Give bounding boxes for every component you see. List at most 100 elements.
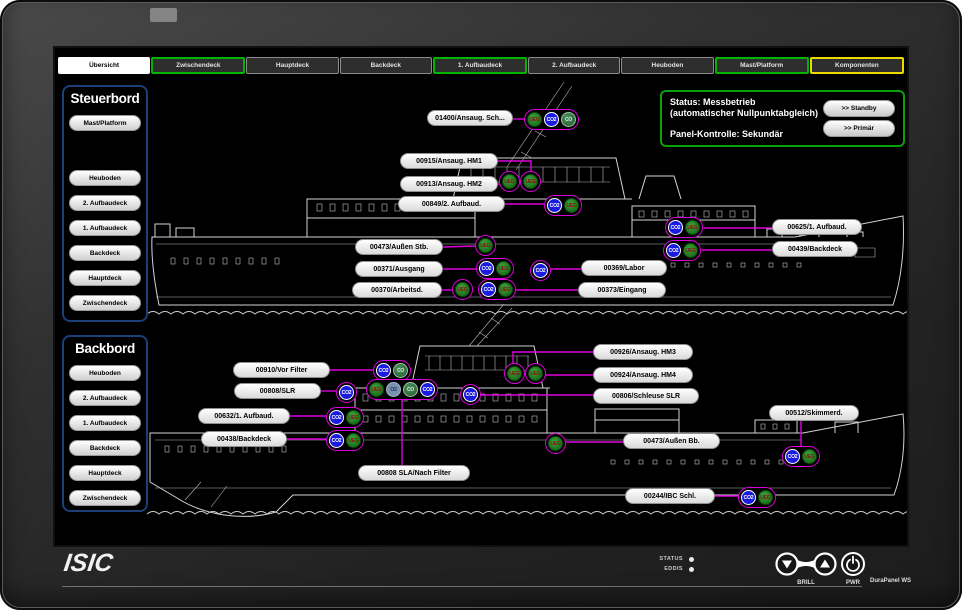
status-led: [689, 557, 694, 562]
sensor-chips-00244[interactable]: CO2UEG: [738, 487, 776, 508]
primary-button[interactable]: >> Primär: [823, 120, 895, 137]
status-line-1: Status: Messbetrieb: [670, 97, 818, 108]
tab-zwischendeck[interactable]: Zwischendeck: [151, 57, 245, 74]
gas-chip-co: CO: [393, 363, 408, 378]
gas-chip-o2: O2: [386, 382, 401, 397]
sensor-label-00369[interactable]: 00369/Labor: [581, 260, 667, 276]
sensor-label-00371[interactable]: 00371/Ausgang: [355, 261, 443, 277]
sensor-label-00808slr[interactable]: 00808/SLR: [234, 383, 321, 399]
deck-button-steuerbord-backdeck[interactable]: Backdeck: [69, 245, 141, 261]
gas-chip-ueg: UEG: [564, 198, 579, 213]
brill-label: BRILL: [774, 580, 838, 586]
deck-button-steuerbord-2-aufbaudeck[interactable]: 2. Aufbaudeck: [69, 195, 141, 211]
sensor-label-00512[interactable]: 00512/Skimmerd.: [769, 405, 859, 421]
model-label: DuraPanel WS: [870, 578, 911, 584]
gas-chip-ueg: UEG: [685, 220, 700, 235]
gas-chip-co2: CO2: [668, 220, 683, 235]
gas-chip-co: CO: [403, 382, 418, 397]
deck-button-backbord-1-aufbaudeck[interactable]: 1. Aufbaudeck: [69, 415, 141, 431]
sensor-chips-00473bb[interactable]: UEG: [545, 433, 566, 454]
sensor-chips-00625[interactable]: CO2UEG: [665, 217, 703, 238]
tab-komponenten[interactable]: Komponenten: [810, 57, 904, 74]
sensor-label-00915[interactable]: 00915/Ansaug. HM1: [400, 153, 498, 169]
gas-chip-co2: CO2: [376, 363, 391, 378]
sensor-chips-00369[interactable]: CO2: [530, 260, 551, 281]
sensor-chips-01400[interactable]: UEGCO2CO: [524, 109, 579, 130]
sensor-chips-00849[interactable]: CO2UEG: [544, 195, 582, 216]
gas-chip-ueg: UEG: [683, 243, 698, 258]
sensor-label-00438[interactable]: 00438/Backdeck: [201, 431, 287, 447]
tab-mast-platform[interactable]: Mast/Platform: [715, 57, 809, 74]
gas-chip-ueg: UEG: [548, 436, 563, 451]
deck-button-backbord-heuboden[interactable]: Heuboden: [69, 365, 141, 381]
sensor-label-00625[interactable]: 00625/1. Aufbaud.: [772, 219, 862, 235]
gas-chip-ueg: UEG: [498, 282, 513, 297]
deck-button-backbord-hauptdeck[interactable]: Hauptdeck: [69, 465, 141, 481]
brightness-down-button[interactable]: [777, 554, 798, 575]
backbord-buttons: Heuboden 2. Aufbaudeck 1. Aufbaudeck Backde…: [64, 365, 146, 512]
tab-2-aufbaudeck[interactable]: 2. Aufbaudeck: [528, 57, 620, 74]
gas-chip-ueg: UEG: [496, 261, 511, 276]
sensor-chips-00370[interactable]: UEG: [452, 279, 473, 300]
sensor-label-00849[interactable]: 00849/2. Aufbaud.: [398, 196, 505, 212]
sensor-chips-00910[interactable]: CO2CO: [373, 360, 411, 381]
pwr-label: PWR: [839, 580, 867, 586]
tab-ubersicht[interactable]: Übersicht: [58, 57, 150, 74]
deck-button-backbord-backdeck[interactable]: Backdeck: [69, 440, 141, 456]
deck-button-steuerbord-hauptdeck[interactable]: Hauptdeck: [69, 270, 141, 286]
sensor-label-00806[interactable]: 00806/Schleuse SLR: [593, 388, 699, 404]
sensor-chips-00438[interactable]: CO2UEG: [326, 430, 364, 451]
sensor-chips-00808slr[interactable]: CO2: [336, 382, 357, 403]
gas-chip-co2: CO2: [329, 410, 344, 425]
tab-backdeck[interactable]: Backdeck: [340, 57, 432, 74]
sensor-label-00926[interactable]: 00926/Ansaug. HM3: [593, 344, 693, 360]
standby-button[interactable]: >> Standby: [823, 100, 895, 117]
tab-hauptdeck[interactable]: Hauptdeck: [246, 57, 338, 74]
sensor-chips-00371[interactable]: CO2UEG: [476, 258, 514, 279]
sensor-label-00473stb[interactable]: 00473/Außen Stb.: [355, 239, 443, 255]
panel-control-line: Panel-Kontrolle: Sekundär: [670, 129, 818, 140]
steuerbord-panel: Steuerbord Mast/PlatformHeuboden2. Aufba…: [62, 85, 148, 322]
deck-button-steuerbord-zwischendeck[interactable]: Zwischendeck: [69, 295, 141, 311]
sensor-chips-00915[interactable]: UEG: [520, 171, 541, 192]
brightness-up-button[interactable]: [815, 554, 836, 575]
sensor-label-00473bb[interactable]: 00473/Außen Bb.: [623, 433, 720, 449]
bezel-sticker: [150, 8, 177, 22]
backbord-panel: Backbord Heuboden2. Aufbaudeck1. Aufbaud…: [62, 335, 148, 512]
power-button[interactable]: [839, 550, 867, 578]
deck-button-steuerbord-1-aufbaudeck[interactable]: 1. Aufbaudeck: [69, 220, 141, 236]
gas-chip-co2: CO2: [666, 243, 681, 258]
sensor-label-00244[interactable]: 00244/IBC Schl.: [625, 488, 715, 504]
sensor-label-00370[interactable]: 00370/Arbeitsd.: [352, 282, 442, 298]
gas-chip-ueg: UEG: [527, 112, 542, 127]
sensor-label-00373[interactable]: 00373/Eingang: [578, 282, 666, 298]
sensor-label-00808sla[interactable]: 00808 SLA/Nach Filter: [358, 465, 470, 481]
sensor-chips-00632[interactable]: CO2UEG: [326, 407, 364, 428]
sensor-label-00632[interactable]: 00632/1. Aufbaud.: [198, 408, 290, 424]
sensor-label-01400[interactable]: 01400/Ansaug. Sch...: [427, 110, 513, 126]
sensor-chips-00808sla[interactable]: UEGO2COCO2: [366, 379, 438, 400]
gas-chip-ueg: UEG: [478, 238, 493, 253]
deck-button-backbord-zwischendeck[interactable]: Zwischendeck: [69, 490, 141, 506]
sensor-chips-00373[interactable]: CO2UEG: [478, 279, 516, 300]
deck-button-steuerbord-mast-platform[interactable]: Mast/Platform: [69, 115, 141, 131]
led-block: STATUS EDDIS: [650, 556, 694, 572]
sensor-label-00924[interactable]: 00924/Ansaug. HM4: [593, 367, 693, 383]
sensor-chips-00926[interactable]: UEG: [504, 363, 525, 384]
tab-heuboden[interactable]: Heuboden: [621, 57, 713, 74]
sensor-chips-00806[interactable]: CO2: [460, 384, 481, 405]
sensor-label-00439[interactable]: 00439/Backdeck: [772, 241, 858, 257]
sensor-chips-00913[interactable]: UEG: [499, 171, 520, 192]
sensor-chips-00473stb[interactable]: UEG: [475, 235, 496, 256]
tab-1-aufbaudeck[interactable]: 1. Aufbaudeck: [433, 57, 527, 74]
sensor-label-00913[interactable]: 00913/Ansaug. HM2: [400, 176, 498, 192]
deck-button-backbord-2-aufbaudeck[interactable]: 2. Aufbaudeck: [69, 390, 141, 406]
sensor-chips-00924[interactable]: UEG: [525, 363, 546, 384]
sensor-label-00910[interactable]: 00910/Vor Filter: [233, 362, 330, 378]
sensor-chips-00512[interactable]: CO2UEG: [782, 446, 820, 467]
gas-chip-co2: CO2: [463, 387, 478, 402]
gas-chip-ueg: UEG: [523, 174, 538, 189]
eddis-led: [689, 567, 694, 572]
deck-button-steuerbord-heuboden[interactable]: Heuboden: [69, 170, 141, 186]
sensor-chips-00439[interactable]: CO2UEG: [663, 240, 701, 261]
